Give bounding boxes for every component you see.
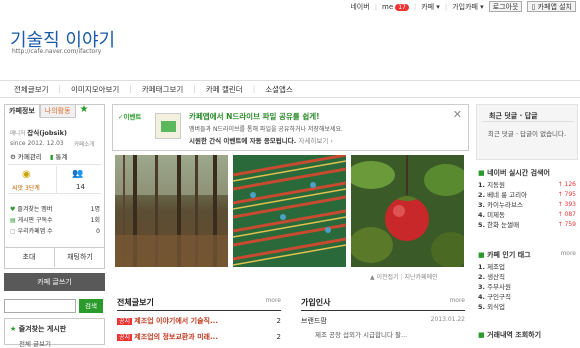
chart-icon: ▮	[49, 153, 54, 161]
tab-cafe-info[interactable]: 카페정보	[4, 104, 40, 118]
invite-chat-bar: 초대 채팅하기	[4, 247, 105, 267]
write-post-button[interactable]: 카페 글쓰기	[4, 273, 105, 291]
logout-button[interactable]: 로그아웃	[488, 1, 523, 12]
join-cafe-menu[interactable]: 가입카페 ▾	[452, 2, 484, 12]
search-button[interactable]: 검색	[79, 299, 103, 313]
drive-icon	[155, 113, 181, 139]
chat-button[interactable]: 채팅하기	[55, 247, 105, 267]
board-all-more[interactable]: more	[265, 297, 281, 308]
recent-comments-box: 최근 덧글 · 답글 최근 덧글 · 답글이 없습니다.	[476, 104, 578, 160]
menu-tags[interactable]: 카페태그보기	[142, 84, 183, 95]
tag-item[interactable]: 4. 구인구직	[478, 292, 576, 302]
manager-info: 매니저 잡식(jobsik)	[10, 127, 67, 137]
menu-calendar[interactable]: 카페 캘린더	[206, 84, 243, 95]
event-banner[interactable]: ✓이벤트 카페앱에서 N드라이브 파일 공유를 쉽게! 멤버들과 N드라이브를 …	[112, 104, 469, 151]
main-menu: 전체글보기 | 이미지모아보기 | 카페태그보기 | 카페 캘린더 | 소셜앱스	[0, 80, 580, 98]
manager-label: 매니저	[10, 131, 26, 137]
seed-icon: ◉	[22, 169, 31, 180]
event-desc1: 멤버들과 N드라이브를 통해 파일을 공유하거나 저장해보세요.	[189, 126, 343, 133]
invite-button[interactable]: 초대	[4, 247, 55, 267]
prev-link[interactable]: ▲ 이전접기	[370, 274, 399, 281]
notice-tag: 공지	[117, 318, 133, 325]
tag-item[interactable]: 1. 제조업	[478, 262, 576, 272]
me-count-badge: 17	[395, 3, 409, 11]
popular-tags-box: ■ 카페 인기 태그 more 1. 제조업 2. 생산직 3. 주부사원 4.…	[478, 250, 576, 312]
search-rank-item[interactable]: 3. 카이누라브스 ↑ 393	[478, 200, 576, 210]
board-join-more[interactable]: more	[449, 297, 465, 308]
past-main-link[interactable]: 지난카페메인	[404, 274, 437, 281]
me-link[interactable]: me 17	[382, 3, 409, 11]
grade-box: ◉ 씨앗 3단계 👥 14	[8, 164, 101, 194]
search-rank-item[interactable]: 2. 베네 룽 고리아 ↑ 795	[478, 190, 576, 200]
search-rank-item[interactable]: 1. 지동원 ↑ 126	[478, 180, 576, 190]
tab-my-activity[interactable]: 나의활동	[39, 104, 76, 118]
admin-link[interactable]: ⚙ 카페관리	[10, 151, 42, 161]
member-count[interactable]: 14	[76, 183, 85, 191]
admin-row: ⚙ 카페관리 ▮ 통계	[10, 151, 67, 161]
close-icon[interactable]: ✕	[453, 108, 462, 121]
list-item[interactable]: 공지 제조업의 정보교환과 미래... 2	[117, 332, 281, 342]
stats-list: ♥ 즐겨찾는 멤버 1명 ▤ 게시판 구독수 1회 ▢ 우리카페앱 수0	[10, 206, 100, 235]
cafe-intro-link[interactable]: 카페소개	[74, 140, 94, 148]
board-all-posts: 전체글보기 more 공지 제조업 이야기에서 기술직... 2 공지 제조업의…	[117, 297, 281, 342]
cafe-url[interactable]: http://cafe.naver.com/ifactory	[12, 48, 101, 55]
list-item-desc[interactable]: 제조 공장 섭외가 시급합니다 팔...	[301, 329, 465, 339]
recent-comments-empty: 최근 덧글 · 답글이 없습니다.	[487, 130, 567, 138]
left-tabs: 카페정보 나의활동 ★	[4, 104, 105, 118]
tag-item[interactable]: 3. 주부사원	[478, 282, 576, 292]
gear-icon: ⚙	[10, 153, 16, 161]
board-join-title[interactable]: 가입인사	[301, 297, 330, 308]
event-desc2: 시원한 간식 이벤트에 자동 응모됩니다. 자세히보기 ›	[189, 137, 334, 145]
search-rank-box: ■ 네이버 실시간 검색어 1. 지동원 ↑ 126 2. 베네 룽 고리아 ↑ 7…	[478, 168, 576, 230]
recent-comments-title: 최근 덧글 · 답글	[489, 112, 538, 120]
fav-board-box: ★ 즐겨찾는 게시판 전체 글보기	[4, 318, 105, 348]
menu-social-apps[interactable]: 소셜앱스	[265, 84, 293, 95]
photo-forest[interactable]	[115, 155, 228, 267]
star-icon: ★	[10, 325, 17, 333]
menu-images[interactable]: 이미지모아보기	[71, 84, 119, 95]
fav-board-item[interactable]: 전체 글보기	[19, 338, 51, 348]
install-app-button[interactable]: ▯ 카페앱 설치	[527, 1, 576, 12]
photo-temple-eaves[interactable]	[232, 153, 347, 267]
search-rank-item[interactable]: 5. 한화 눈썰매 ↑ 759	[478, 220, 576, 230]
event-badge: ✓이벤트	[118, 113, 142, 121]
board-all-title[interactable]: 전체글보기	[117, 297, 154, 308]
event-more-link[interactable]: 자세히보기 ›	[298, 137, 333, 145]
photo-persimmon[interactable]	[347, 155, 471, 268]
event-title[interactable]: 카페앱에서 N드라이브 파일 공유를 쉽게!	[189, 111, 320, 122]
menu-all-posts[interactable]: 전체글보기	[14, 84, 49, 95]
popular-tags-more[interactable]: more	[560, 250, 576, 260]
popular-tags-title: ■ 카페 인기 태그	[478, 251, 531, 259]
since-date: since 2012. 12.03	[10, 140, 64, 147]
star-icon[interactable]: ★	[80, 104, 89, 118]
list-item[interactable]: 브랜드팜 2013.01.22	[301, 316, 465, 326]
naver-n-icon: ■	[478, 169, 485, 177]
search-rank-item[interactable]: 4. 미제동 ↑ 087	[478, 210, 576, 220]
tag-item[interactable]: 5. 외식업	[478, 302, 576, 312]
cafe-search-input[interactable]	[4, 299, 76, 313]
naver-link[interactable]: 네이버	[350, 2, 369, 12]
top-bar: 네이버 | me 17 | 카페 ▾ | 가입카페 ▾ 로그아웃 ▯ 카페앱 설치	[0, 0, 580, 14]
grade-label: 씨앗 3단계	[12, 185, 40, 192]
members-icon: 👥	[72, 169, 84, 179]
list-item[interactable]: 공지 제조업 이야기에서 기술직... 2	[117, 316, 281, 326]
cafe-menu[interactable]: 카페 ▾	[421, 2, 440, 12]
photo-caption: ▲ 이전접기 | 지난카페메인	[370, 274, 438, 281]
manager-name[interactable]: 잡식(jobsik)	[27, 129, 67, 137]
stats-link[interactable]: ▮ 통계	[50, 151, 68, 161]
search-rank-title: ■ 네이버 실시간 검색어	[478, 169, 550, 177]
tag-item[interactable]: 2. 생산직	[478, 272, 576, 282]
fav-board-title: 즐겨찾는 게시판	[18, 325, 67, 333]
board-join: 가입인사 more 브랜드팜 2013.01.22 제조 공장 섭외가 시급합니…	[301, 297, 465, 339]
history-title[interactable]: ■ 거래내역 조회하기	[478, 330, 541, 340]
phone-icon: ▯	[531, 3, 536, 11]
notice-tag: 공지	[117, 334, 133, 341]
